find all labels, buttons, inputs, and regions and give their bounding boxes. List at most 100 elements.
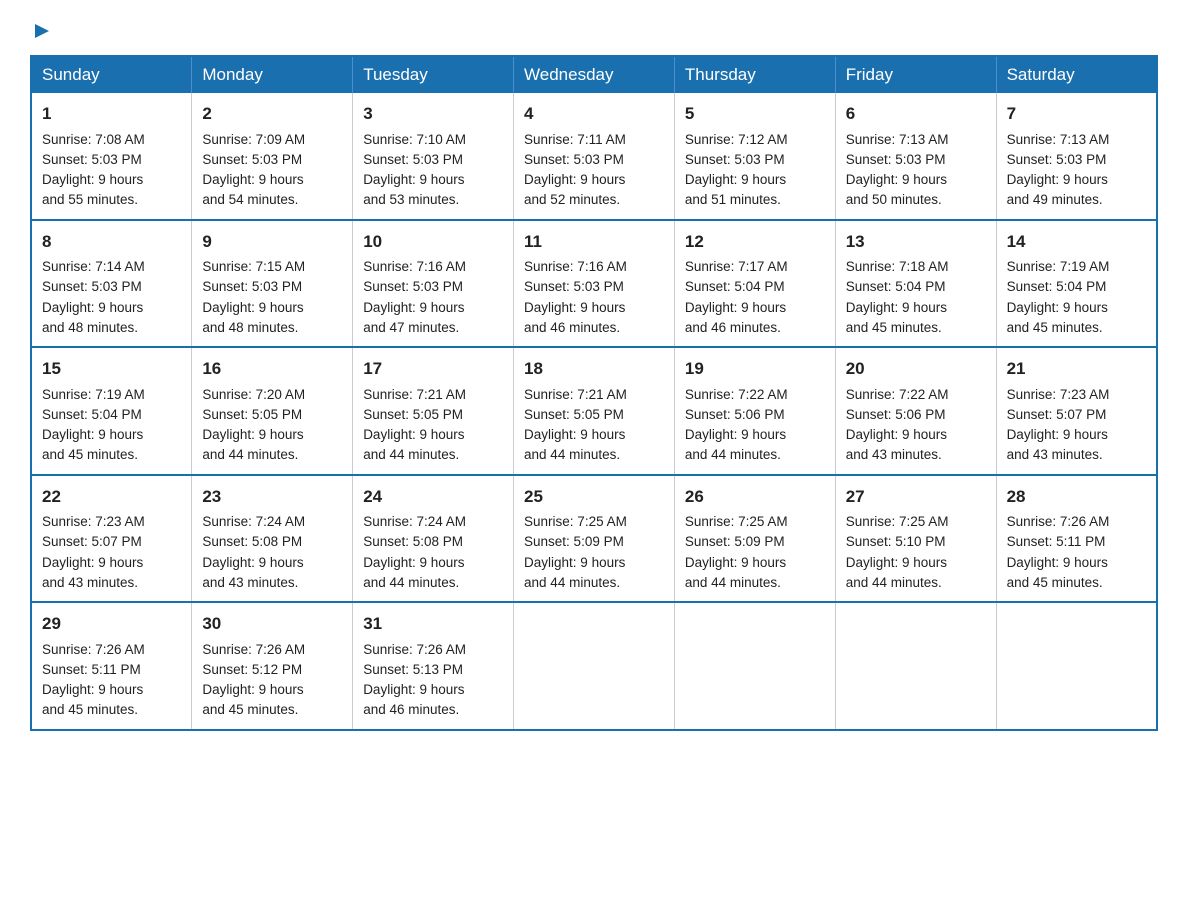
day-number: 10	[363, 229, 503, 255]
calendar-day-cell: 22 Sunrise: 7:23 AMSunset: 5:07 PMDaylig…	[31, 475, 192, 603]
day-number: 20	[846, 356, 986, 382]
calendar-day-cell: 16 Sunrise: 7:20 AMSunset: 5:05 PMDaylig…	[192, 347, 353, 475]
calendar-day-cell	[835, 602, 996, 730]
day-number: 6	[846, 101, 986, 127]
calendar-day-cell: 11 Sunrise: 7:16 AMSunset: 5:03 PMDaylig…	[514, 220, 675, 348]
day-info: Sunrise: 7:20 AMSunset: 5:05 PMDaylight:…	[202, 387, 305, 463]
day-info: Sunrise: 7:10 AMSunset: 5:03 PMDaylight:…	[363, 132, 466, 208]
day-number: 26	[685, 484, 825, 510]
calendar-day-cell: 1 Sunrise: 7:08 AMSunset: 5:03 PMDayligh…	[31, 93, 192, 220]
day-number: 16	[202, 356, 342, 382]
day-info: Sunrise: 7:24 AMSunset: 5:08 PMDaylight:…	[202, 514, 305, 590]
day-number: 3	[363, 101, 503, 127]
calendar-day-cell: 29 Sunrise: 7:26 AMSunset: 5:11 PMDaylig…	[31, 602, 192, 730]
calendar-day-cell: 15 Sunrise: 7:19 AMSunset: 5:04 PMDaylig…	[31, 347, 192, 475]
col-header-wednesday: Wednesday	[514, 56, 675, 93]
page-header	[30, 20, 1158, 45]
col-header-monday: Monday	[192, 56, 353, 93]
day-info: Sunrise: 7:26 AMSunset: 5:12 PMDaylight:…	[202, 642, 305, 718]
day-number: 12	[685, 229, 825, 255]
day-info: Sunrise: 7:16 AMSunset: 5:03 PMDaylight:…	[524, 259, 627, 335]
calendar-table: SundayMondayTuesdayWednesdayThursdayFrid…	[30, 55, 1158, 731]
day-number: 9	[202, 229, 342, 255]
day-info: Sunrise: 7:17 AMSunset: 5:04 PMDaylight:…	[685, 259, 788, 335]
day-number: 15	[42, 356, 181, 382]
day-info: Sunrise: 7:25 AMSunset: 5:10 PMDaylight:…	[846, 514, 949, 590]
logo	[30, 20, 51, 45]
day-number: 17	[363, 356, 503, 382]
calendar-day-cell	[674, 602, 835, 730]
day-info: Sunrise: 7:21 AMSunset: 5:05 PMDaylight:…	[363, 387, 466, 463]
day-number: 27	[846, 484, 986, 510]
col-header-thursday: Thursday	[674, 56, 835, 93]
day-info: Sunrise: 7:18 AMSunset: 5:04 PMDaylight:…	[846, 259, 949, 335]
day-number: 5	[685, 101, 825, 127]
col-header-friday: Friday	[835, 56, 996, 93]
day-number: 24	[363, 484, 503, 510]
col-header-tuesday: Tuesday	[353, 56, 514, 93]
col-header-saturday: Saturday	[996, 56, 1157, 93]
calendar-day-cell: 28 Sunrise: 7:26 AMSunset: 5:11 PMDaylig…	[996, 475, 1157, 603]
day-number: 1	[42, 101, 181, 127]
day-info: Sunrise: 7:25 AMSunset: 5:09 PMDaylight:…	[524, 514, 627, 590]
day-info: Sunrise: 7:26 AMSunset: 5:13 PMDaylight:…	[363, 642, 466, 718]
day-info: Sunrise: 7:26 AMSunset: 5:11 PMDaylight:…	[1007, 514, 1110, 590]
day-info: Sunrise: 7:24 AMSunset: 5:08 PMDaylight:…	[363, 514, 466, 590]
day-number: 19	[685, 356, 825, 382]
day-info: Sunrise: 7:23 AMSunset: 5:07 PMDaylight:…	[42, 514, 145, 590]
logo-arrow-icon	[33, 22, 51, 45]
calendar-week-row: 29 Sunrise: 7:26 AMSunset: 5:11 PMDaylig…	[31, 602, 1157, 730]
day-number: 23	[202, 484, 342, 510]
day-info: Sunrise: 7:13 AMSunset: 5:03 PMDaylight:…	[1007, 132, 1110, 208]
calendar-day-cell: 30 Sunrise: 7:26 AMSunset: 5:12 PMDaylig…	[192, 602, 353, 730]
day-number: 30	[202, 611, 342, 637]
calendar-header-row: SundayMondayTuesdayWednesdayThursdayFrid…	[31, 56, 1157, 93]
day-number: 18	[524, 356, 664, 382]
calendar-day-cell: 26 Sunrise: 7:25 AMSunset: 5:09 PMDaylig…	[674, 475, 835, 603]
calendar-day-cell: 25 Sunrise: 7:25 AMSunset: 5:09 PMDaylig…	[514, 475, 675, 603]
calendar-day-cell	[514, 602, 675, 730]
day-info: Sunrise: 7:14 AMSunset: 5:03 PMDaylight:…	[42, 259, 145, 335]
day-info: Sunrise: 7:08 AMSunset: 5:03 PMDaylight:…	[42, 132, 145, 208]
day-number: 21	[1007, 356, 1146, 382]
day-info: Sunrise: 7:22 AMSunset: 5:06 PMDaylight:…	[685, 387, 788, 463]
calendar-week-row: 22 Sunrise: 7:23 AMSunset: 5:07 PMDaylig…	[31, 475, 1157, 603]
day-info: Sunrise: 7:26 AMSunset: 5:11 PMDaylight:…	[42, 642, 145, 718]
day-number: 4	[524, 101, 664, 127]
calendar-week-row: 15 Sunrise: 7:19 AMSunset: 5:04 PMDaylig…	[31, 347, 1157, 475]
day-number: 22	[42, 484, 181, 510]
day-info: Sunrise: 7:22 AMSunset: 5:06 PMDaylight:…	[846, 387, 949, 463]
calendar-day-cell: 14 Sunrise: 7:19 AMSunset: 5:04 PMDaylig…	[996, 220, 1157, 348]
day-number: 8	[42, 229, 181, 255]
calendar-day-cell: 4 Sunrise: 7:11 AMSunset: 5:03 PMDayligh…	[514, 93, 675, 220]
calendar-day-cell: 31 Sunrise: 7:26 AMSunset: 5:13 PMDaylig…	[353, 602, 514, 730]
calendar-day-cell: 19 Sunrise: 7:22 AMSunset: 5:06 PMDaylig…	[674, 347, 835, 475]
calendar-day-cell: 8 Sunrise: 7:14 AMSunset: 5:03 PMDayligh…	[31, 220, 192, 348]
day-number: 29	[42, 611, 181, 637]
calendar-week-row: 8 Sunrise: 7:14 AMSunset: 5:03 PMDayligh…	[31, 220, 1157, 348]
calendar-day-cell: 2 Sunrise: 7:09 AMSunset: 5:03 PMDayligh…	[192, 93, 353, 220]
day-number: 14	[1007, 229, 1146, 255]
day-number: 13	[846, 229, 986, 255]
calendar-day-cell: 5 Sunrise: 7:12 AMSunset: 5:03 PMDayligh…	[674, 93, 835, 220]
calendar-day-cell: 18 Sunrise: 7:21 AMSunset: 5:05 PMDaylig…	[514, 347, 675, 475]
calendar-day-cell: 21 Sunrise: 7:23 AMSunset: 5:07 PMDaylig…	[996, 347, 1157, 475]
day-info: Sunrise: 7:25 AMSunset: 5:09 PMDaylight:…	[685, 514, 788, 590]
day-info: Sunrise: 7:19 AMSunset: 5:04 PMDaylight:…	[42, 387, 145, 463]
calendar-day-cell: 3 Sunrise: 7:10 AMSunset: 5:03 PMDayligh…	[353, 93, 514, 220]
day-info: Sunrise: 7:09 AMSunset: 5:03 PMDaylight:…	[202, 132, 305, 208]
calendar-day-cell: 12 Sunrise: 7:17 AMSunset: 5:04 PMDaylig…	[674, 220, 835, 348]
day-info: Sunrise: 7:11 AMSunset: 5:03 PMDaylight:…	[524, 132, 626, 208]
calendar-day-cell: 27 Sunrise: 7:25 AMSunset: 5:10 PMDaylig…	[835, 475, 996, 603]
day-info: Sunrise: 7:16 AMSunset: 5:03 PMDaylight:…	[363, 259, 466, 335]
calendar-day-cell: 6 Sunrise: 7:13 AMSunset: 5:03 PMDayligh…	[835, 93, 996, 220]
calendar-day-cell: 17 Sunrise: 7:21 AMSunset: 5:05 PMDaylig…	[353, 347, 514, 475]
col-header-sunday: Sunday	[31, 56, 192, 93]
day-number: 28	[1007, 484, 1146, 510]
day-number: 25	[524, 484, 664, 510]
calendar-day-cell: 7 Sunrise: 7:13 AMSunset: 5:03 PMDayligh…	[996, 93, 1157, 220]
day-info: Sunrise: 7:23 AMSunset: 5:07 PMDaylight:…	[1007, 387, 1110, 463]
calendar-day-cell: 24 Sunrise: 7:24 AMSunset: 5:08 PMDaylig…	[353, 475, 514, 603]
calendar-day-cell: 9 Sunrise: 7:15 AMSunset: 5:03 PMDayligh…	[192, 220, 353, 348]
calendar-day-cell: 10 Sunrise: 7:16 AMSunset: 5:03 PMDaylig…	[353, 220, 514, 348]
